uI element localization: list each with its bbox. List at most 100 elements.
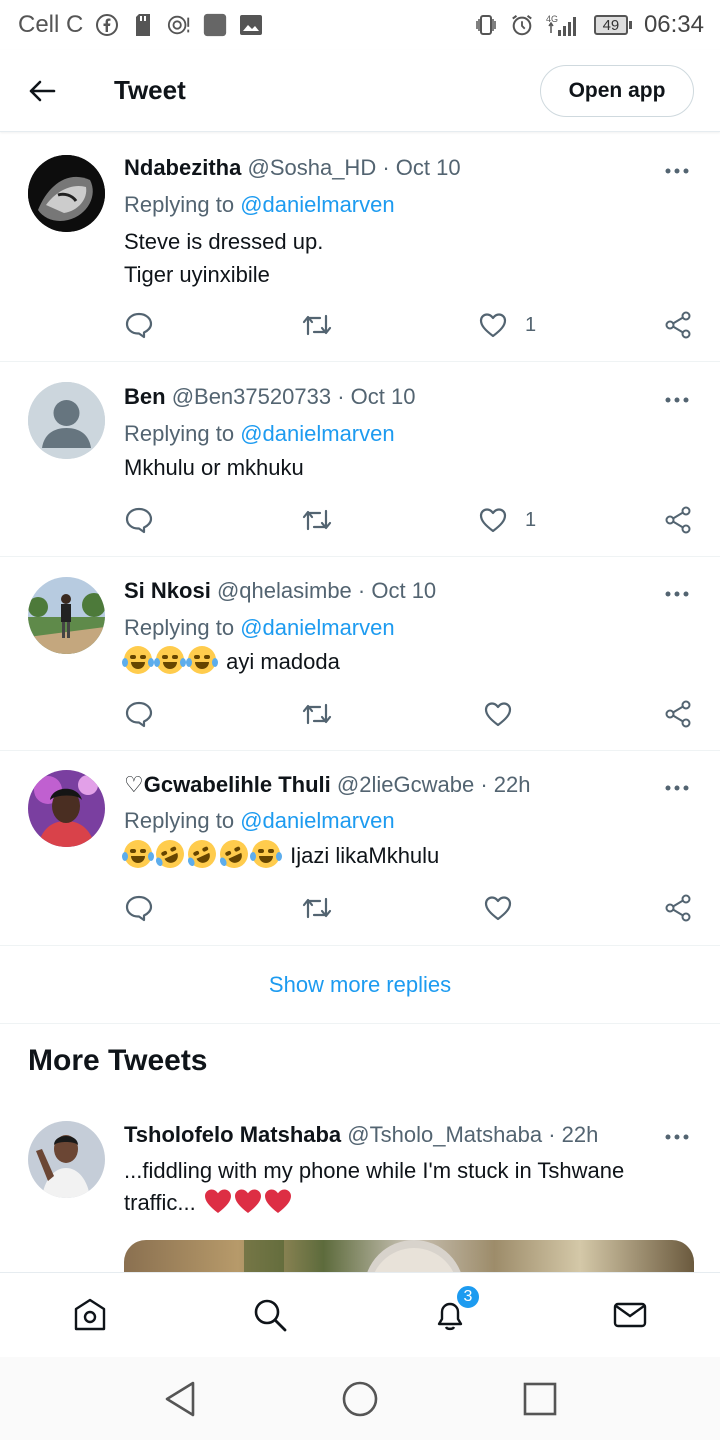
battery-icon: 49 [593, 15, 632, 35]
back-button[interactable] [12, 61, 72, 121]
heart-outline-icon [479, 313, 507, 338]
more-options-button[interactable] [662, 778, 692, 798]
square-recents-icon [523, 1382, 557, 1415]
bottom-navigation: 3 [0, 1272, 720, 1357]
more-options-button[interactable] [662, 390, 692, 410]
image-icon [239, 13, 263, 37]
reply-button[interactable] [124, 893, 154, 923]
replying-to: Replying to @danielmarven [124, 192, 395, 217]
handle[interactable]: @Tsholo_Matshaba [347, 1122, 542, 1147]
timestamp[interactable]: · Oct 10 [382, 155, 460, 180]
tweet-actions: 1 [124, 505, 694, 535]
handle[interactable]: @Ben37520733 [172, 384, 331, 409]
retweet-button[interactable] [301, 310, 333, 340]
like-button[interactable]: 1 [479, 505, 536, 535]
comment-icon [125, 312, 153, 339]
timestamp[interactable]: · 22h [480, 772, 530, 797]
display-name[interactable]: Si Nkosi [124, 578, 211, 603]
reply-tweet[interactable]: Ndabezitha @Sosha_HD · Oct 10 Replying t… [0, 133, 720, 362]
retweet-button[interactable] [301, 505, 333, 535]
timestamp[interactable]: · Oct 10 [337, 384, 415, 409]
joy-emoji-icon [186, 646, 218, 674]
reply-tweet[interactable]: Si Nkosi @qhelasimbe · Oct 10 Replying t… [0, 557, 720, 751]
avatar[interactable] [28, 577, 105, 654]
nav-home[interactable] [45, 1280, 135, 1350]
search-icon [254, 1299, 287, 1332]
retweet-icon [302, 897, 332, 919]
battery-level: 49 [593, 15, 628, 35]
more-options-button[interactable] [662, 161, 692, 181]
nav-search[interactable] [225, 1280, 315, 1350]
app-notification-icon [203, 13, 227, 37]
signal-icon: 4G [546, 13, 582, 37]
reply-button[interactable] [124, 699, 154, 729]
retweet-icon [302, 703, 332, 725]
reply-tweet[interactable]: Ben @Ben37520733 · Oct 10 Replying to @d… [0, 362, 720, 557]
share-button[interactable] [664, 699, 692, 729]
mention-link[interactable]: @danielmarven [240, 192, 394, 217]
avatar[interactable] [28, 770, 105, 847]
retweet-button[interactable] [301, 699, 333, 729]
home-icon [74, 1298, 106, 1331]
mention-link[interactable]: @danielmarven [240, 808, 394, 833]
like-button[interactable] [484, 699, 512, 729]
retweet-icon [302, 509, 332, 531]
clock: 06:34 [643, 11, 704, 38]
handle[interactable]: @qhelasimbe [217, 578, 352, 603]
retweet-icon [302, 314, 332, 336]
share-button[interactable] [664, 310, 692, 340]
timestamp[interactable]: · Oct 10 [358, 578, 436, 603]
tweet-actions [124, 699, 694, 729]
comment-icon [125, 507, 153, 534]
retweet-button[interactable] [301, 893, 333, 923]
share-icon [665, 894, 691, 922]
app-header: Tweet Open app [0, 50, 720, 132]
more-dots-icon [665, 1134, 689, 1140]
reply-button[interactable] [124, 505, 154, 535]
show-more-replies-button[interactable]: Show more replies [0, 946, 720, 1024]
timestamp[interactable]: · 22h [548, 1122, 598, 1147]
reply-tweet[interactable]: ♡Gcwabelihle Thuli @2lieGcwabe · 22h Rep… [0, 751, 720, 946]
display-name[interactable]: Ndabezitha [124, 155, 241, 180]
tweet-header: Ndabezitha @Sosha_HD · Oct 10 [124, 155, 461, 181]
mention-link[interactable]: @danielmarven [240, 421, 394, 446]
sd-card-icon [131, 13, 155, 37]
avatar[interactable] [28, 155, 105, 232]
display-name[interactable]: ♡Gcwabelihle Thuli [124, 772, 331, 797]
avatar[interactable] [28, 382, 105, 459]
like-count: 1 [525, 313, 537, 336]
red-heart-icon [234, 1189, 261, 1213]
page-title: Tweet [114, 75, 186, 105]
display-name[interactable]: Ben [124, 384, 166, 409]
carrier-label: Cell C [18, 11, 84, 38]
status-bar: Cell C 4G 49 06:34 [0, 0, 720, 50]
alarm-icon [510, 13, 534, 37]
like-button[interactable] [484, 893, 512, 923]
svg-text:4G: 4G [546, 14, 558, 24]
handle[interactable]: @2lieGcwabe [337, 772, 474, 797]
display-name[interactable]: Tsholofelo Matshaba [124, 1122, 341, 1147]
mention-link[interactable]: @danielmarven [240, 615, 394, 640]
comment-icon [125, 701, 153, 728]
share-button[interactable] [664, 893, 692, 923]
tweet-text: Ijazi likaMkhulu [122, 835, 439, 873]
system-back-button[interactable] [140, 1364, 220, 1434]
red-heart-icon [204, 1189, 231, 1213]
handle[interactable]: @Sosha_HD [247, 155, 376, 180]
reply-button[interactable] [124, 310, 154, 340]
system-home-button[interactable] [320, 1364, 400, 1434]
more-dots-icon [665, 785, 689, 791]
share-button[interactable] [664, 505, 692, 535]
replying-to: Replying to @danielmarven [124, 808, 395, 833]
nav-messages[interactable] [585, 1280, 675, 1350]
system-recents-button[interactable] [500, 1364, 580, 1434]
more-dots-icon [665, 168, 689, 174]
nav-notifications[interactable]: 3 [405, 1280, 495, 1350]
open-app-button[interactable]: Open app [540, 65, 694, 117]
tweet-header: Ben @Ben37520733 · Oct 10 [124, 384, 415, 410]
avatar[interactable] [28, 1121, 105, 1198]
more-options-button[interactable] [662, 1127, 692, 1147]
more-options-button[interactable] [662, 584, 692, 604]
heart-outline-icon [484, 702, 512, 727]
like-button[interactable]: 1 [479, 310, 536, 340]
